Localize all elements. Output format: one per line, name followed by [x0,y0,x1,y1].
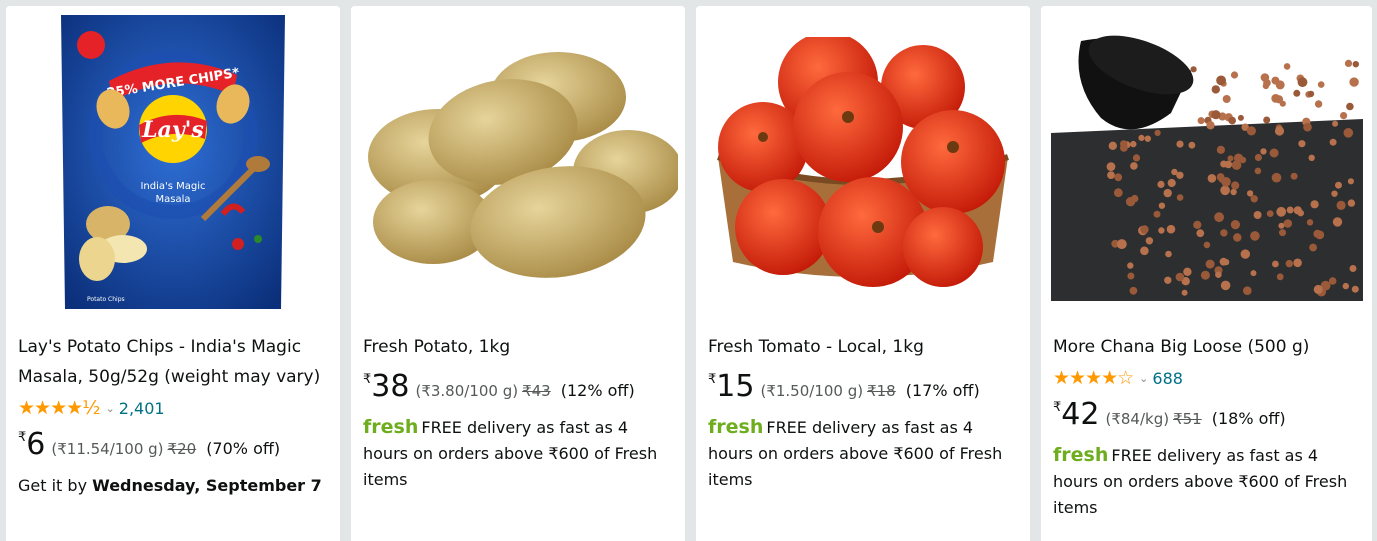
mrp-price: ₹43 [522,382,551,400]
rating-count-link[interactable]: 2,401 [119,399,165,418]
price-currency: ₹ [18,430,27,445]
delivery-info: fresh FREE delivery as fast as 4 hours on… [708,414,1018,493]
mrp-price: ₹20 [167,440,197,458]
price-row: ₹ 38 (₹3.80/100 g) ₹43 (12% off) [363,372,673,408]
product-title[interactable]: More Chana Big Loose (500 g) [1053,332,1360,362]
product-card-potato[interactable]: Fresh Potato, 1kg ₹ 38 (₹3.80/100 g) ₹43… [351,6,685,541]
mrp-price: ₹51 [1173,410,1202,428]
product-image-chana[interactable] [1041,6,1372,318]
discount-text: (17% off) [905,381,980,400]
potato-image [368,52,678,278]
delivery-info: fresh FREE delivery as fast as 4 hours on… [1053,442,1360,521]
fresh-logo: fresh [363,416,419,438]
pack-flavor-2: Masala [156,194,191,205]
delivery-info: fresh FREE delivery as fast as 4 hours on… [363,414,673,493]
product-image-lays[interactable]: 25% MORE CHIPS* Lay's India's Magic Masa… [6,6,340,318]
price-currency: ₹ [1053,400,1062,415]
price-row: ₹ 6 (₹11.54/100 g) ₹20 (70% off) [18,430,328,466]
price-whole[interactable]: 15 [716,372,754,402]
star-rating-icon[interactable]: ★★★★☆ [1053,368,1134,388]
unit-price: (₹3.80/100 g) [415,382,519,400]
price-whole[interactable]: 42 [1061,400,1099,430]
product-image-tomato[interactable] [696,6,1030,318]
pack-flavor-1: India's Magic [140,181,205,192]
rating-row[interactable]: ★★★★☆ ⌄ 688 [1053,364,1360,392]
price-currency: ₹ [708,372,717,387]
lays-packet-image: 25% MORE CHIPS* Lay's India's Magic Masa… [61,15,285,309]
fresh-logo: fresh [1053,444,1109,466]
product-image-potato[interactable] [351,6,685,318]
unit-price: (₹84/kg) [1105,410,1170,428]
product-card-chana[interactable]: More Chana Big Loose (500 g) ★★★★☆ ⌄ 688… [1041,6,1372,541]
chana-image [1050,35,1363,301]
product-card-lays[interactable]: 25% MORE CHIPS* Lay's India's Magic Masa… [6,6,340,541]
price-row: ₹ 42 (₹84/kg) ₹51 (18% off) [1053,400,1360,436]
chevron-down-icon[interactable]: ⌄ [106,402,115,415]
unit-price: (₹11.54/100 g) [51,440,164,458]
product-card-tomato[interactable]: Fresh Tomato - Local, 1kg ₹ 15 (₹1.50/10… [696,6,1030,541]
pack-brand: Lay's [141,117,204,143]
pack-type: Potato Chips [87,296,125,303]
product-title[interactable]: Fresh Potato, 1kg [363,332,673,362]
unit-price: (₹1.50/100 g) [760,382,864,400]
delivery-prefix: Get it by [18,476,88,495]
product-title[interactable]: Lay's Potato Chips - India's Magic Masal… [18,332,328,392]
star-rating-icon[interactable]: ★★★★½ [18,398,101,418]
discount-text: (12% off) [560,381,635,400]
product-title[interactable]: Fresh Tomato - Local, 1kg [708,332,1018,362]
chevron-down-icon[interactable]: ⌄ [1139,372,1148,385]
discount-text: (70% off) [206,439,281,458]
price-row: ₹ 15 (₹1.50/100 g) ₹18 (17% off) [708,372,1018,408]
rating-row[interactable]: ★★★★½ ⌄ 2,401 [18,394,328,422]
discount-text: (18% off) [1211,409,1286,428]
delivery-date: Wednesday, September 7 [92,476,322,495]
mrp-price: ₹18 [867,382,896,400]
fresh-logo: fresh [708,416,764,438]
price-currency: ₹ [363,372,372,387]
delivery-info: Get it by Wednesday, September 7 [18,474,328,498]
price-whole[interactable]: 38 [371,372,409,402]
tomato-image [717,37,1009,287]
rating-count-link[interactable]: 688 [1152,369,1183,388]
price-whole[interactable]: 6 [26,430,45,460]
